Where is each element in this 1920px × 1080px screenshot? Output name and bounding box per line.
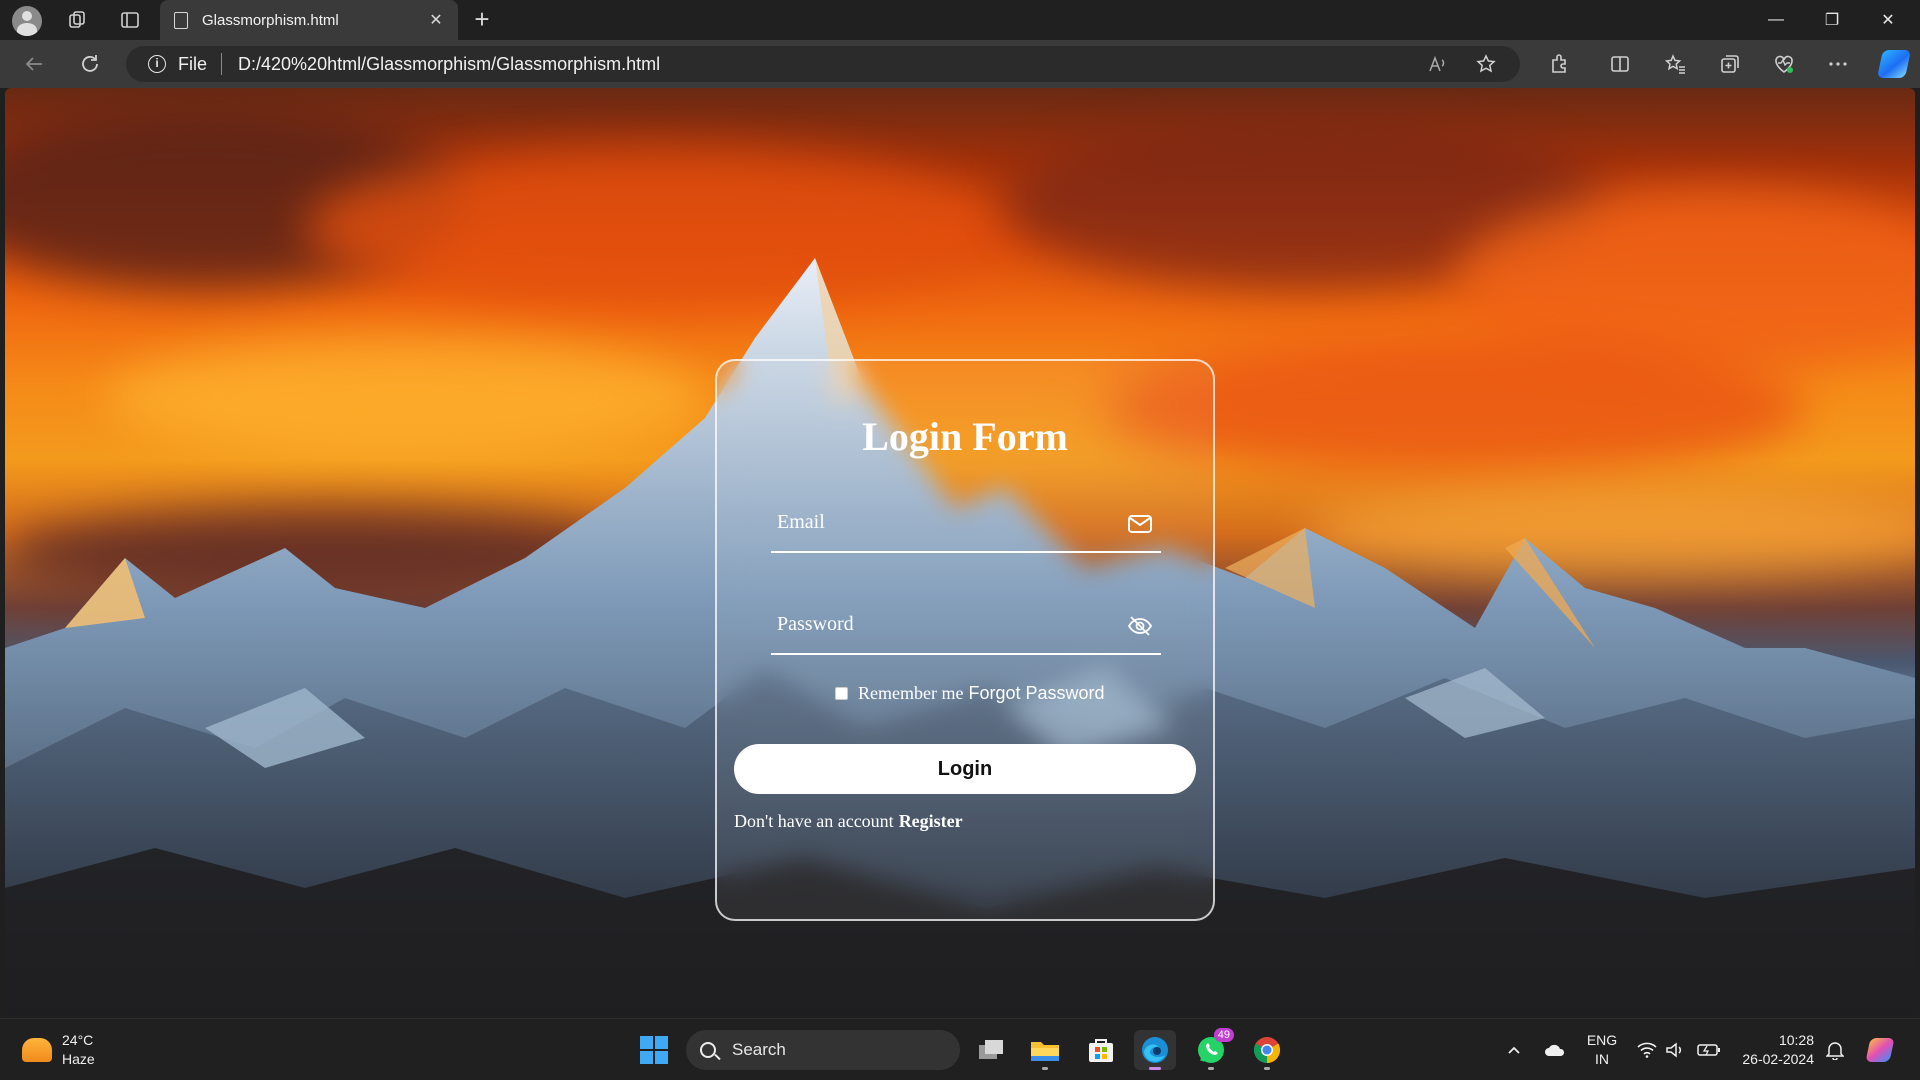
favorite-star-icon[interactable] <box>1472 50 1500 78</box>
volume-icon[interactable] <box>1662 1019 1688 1080</box>
remember-label[interactable]: Remember me <box>858 683 963 704</box>
extensions-icon[interactable] <box>1546 50 1574 78</box>
whatsapp-icon[interactable]: 49 <box>1190 1028 1234 1070</box>
onedrive-icon[interactable] <box>1540 1019 1570 1080</box>
document-icon <box>174 11 188 29</box>
forgot-password-link[interactable]: Forgot Password <box>968 683 1104 704</box>
running-indicator <box>1208 1067 1214 1070</box>
address-url[interactable]: D:/420%20html/Glassmorphism/Glassmorphis… <box>238 54 1424 75</box>
split-screen-icon[interactable] <box>1606 50 1634 78</box>
login-button[interactable]: Login <box>734 744 1196 794</box>
running-indicator <box>1264 1067 1270 1070</box>
login-card: Login Form Email Password Remember me Fo… <box>715 359 1215 921</box>
weather-temp: 24°C <box>62 1032 94 1048</box>
tab-actions-icon[interactable] <box>116 6 144 34</box>
bell-icon[interactable] <box>1822 1019 1848 1080</box>
wifi-icon[interactable] <box>1634 1019 1660 1080</box>
windows-start-icon[interactable] <box>640 1036 668 1064</box>
password-placeholder: Password <box>777 613 854 635</box>
search-label: Search <box>732 1040 786 1059</box>
register-link[interactable]: Register <box>899 811 963 831</box>
refresh-icon[interactable] <box>76 50 104 78</box>
system-clock[interactable]: 10:28 26-02-2024 <box>1734 1031 1814 1069</box>
restore-button[interactable]: ❐ <box>1804 0 1860 40</box>
weather-widget[interactable]: 24°C Haze <box>22 1031 95 1069</box>
profile-icon[interactable] <box>12 6 42 36</box>
search-icon <box>700 1042 716 1058</box>
copilot-taskbar-icon[interactable] <box>1864 1019 1896 1080</box>
chrome-icon[interactable] <box>1246 1030 1288 1070</box>
remember-checkbox[interactable] <box>835 687 848 700</box>
browser-toolbar: i File D:/420%20html/Glassmorphism/Glass… <box>0 40 1920 88</box>
edge-icon[interactable] <box>1134 1030 1176 1070</box>
taskbar-search[interactable]: Search <box>686 1030 960 1070</box>
weather-desc: Haze <box>62 1051 95 1067</box>
input-language[interactable]: ENG IN <box>1582 1031 1622 1069</box>
browser-essentials-icon[interactable] <box>1770 50 1798 78</box>
chevron-up-icon[interactable] <box>1500 1019 1528 1080</box>
battery-icon[interactable] <box>1694 1019 1724 1080</box>
favorites-icon[interactable] <box>1661 50 1689 78</box>
eye-off-icon[interactable] <box>1127 615 1153 637</box>
store-icon[interactable] <box>1080 1030 1122 1070</box>
new-tab-button[interactable]: + <box>466 4 498 36</box>
back-icon[interactable] <box>20 50 48 78</box>
address-bar[interactable]: i File D:/420%20html/Glassmorphism/Glass… <box>126 46 1520 82</box>
collections-icon[interactable] <box>1716 50 1744 78</box>
running-indicator <box>1042 1067 1048 1070</box>
email-field[interactable]: Email <box>771 493 1161 553</box>
address-separator <box>221 53 223 75</box>
task-view-icon[interactable] <box>970 1030 1012 1070</box>
address-scheme: File <box>178 53 208 74</box>
remember-row: Remember me Forgot Password <box>835 683 1105 704</box>
weather-haze-icon <box>22 1038 52 1062</box>
whatsapp-badge: 49 <box>1213 1028 1234 1042</box>
lang-secondary: IN <box>1595 1051 1609 1067</box>
tab-glassmorphism[interactable]: Glassmorphism.html ✕ <box>160 0 458 40</box>
browser-tab-bar: Glassmorphism.html ✕ + — ❐ ✕ <box>0 0 1920 40</box>
mail-icon <box>1128 515 1152 533</box>
workspaces-icon[interactable] <box>63 6 91 34</box>
password-field[interactable]: Password <box>771 595 1161 655</box>
register-row: Don't have an account Register <box>734 811 963 832</box>
minimize-button[interactable]: — <box>1748 0 1804 40</box>
tab-title: Glassmorphism.html <box>202 11 339 29</box>
active-indicator <box>1149 1067 1161 1070</box>
clock-time: 10:28 <box>1778 1032 1814 1048</box>
no-account-text: Don't have an account <box>734 811 894 831</box>
tab-close-button[interactable]: ✕ <box>422 10 450 30</box>
read-aloud-icon[interactable] <box>1424 50 1452 78</box>
file-explorer-icon[interactable] <box>1024 1030 1066 1070</box>
lang-primary: ENG <box>1586 1032 1618 1048</box>
clock-date: 26-02-2024 <box>1742 1051 1814 1067</box>
copilot-icon[interactable] <box>1877 50 1911 78</box>
login-title: Login Form <box>862 414 1068 459</box>
page-viewport: Login Form Email Password Remember me Fo… <box>5 88 1915 1016</box>
more-icon[interactable] <box>1824 50 1852 78</box>
info-icon[interactable]: i <box>148 55 166 73</box>
close-window-button[interactable]: ✕ <box>1860 0 1916 40</box>
email-placeholder: Email <box>777 511 825 533</box>
taskbar: 24°C Haze Search 49 ENG IN 10:28 26-02-2… <box>0 1018 1920 1080</box>
